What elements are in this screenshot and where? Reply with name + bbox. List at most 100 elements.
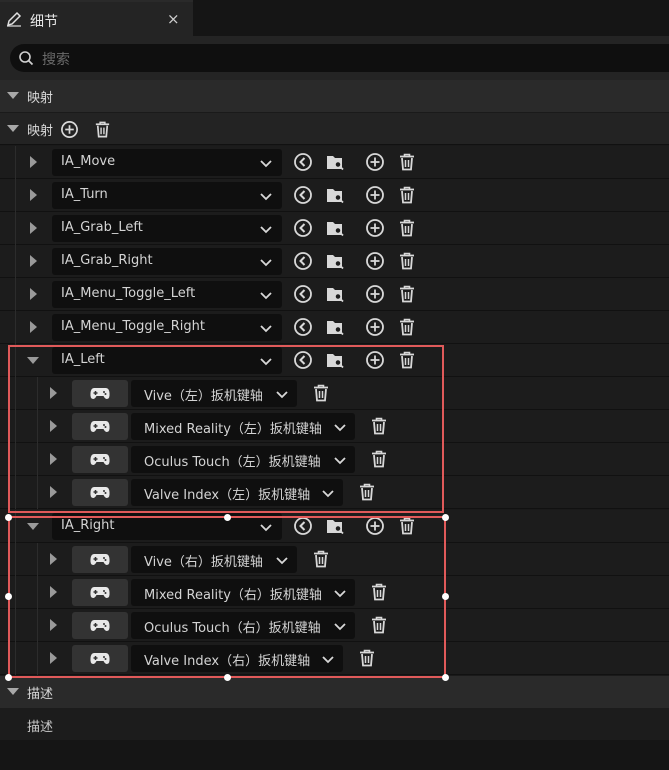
key-select[interactable]: Mixed Reality（右）扳机键轴 [131,579,355,606]
use-selected-icon[interactable] [293,350,313,370]
expand-arrow-icon[interactable] [50,420,57,432]
collapse-arrow-icon[interactable] [7,688,19,695]
trash-icon[interactable] [369,416,389,436]
trash-icon[interactable] [311,383,331,403]
expand-arrow-icon[interactable] [50,486,57,498]
resize-handle[interactable] [224,514,231,521]
resize-handle[interactable] [442,674,449,681]
browse-folder-icon[interactable] [325,317,345,337]
browse-folder-icon[interactable] [325,516,345,536]
key-selector-button[interactable] [72,380,128,407]
collapse-arrow-icon[interactable] [7,92,19,99]
key-select[interactable]: Vive（左）扳机键轴 [131,380,297,407]
expand-arrow-icon[interactable] [50,387,57,399]
expand-arrow-icon[interactable] [50,619,57,631]
trash-icon[interactable] [93,120,112,139]
expand-arrow-icon[interactable] [30,156,37,168]
trash-icon[interactable] [369,582,389,602]
key-selector-button[interactable] [72,579,128,606]
trash-icon[interactable] [397,317,417,337]
use-selected-icon[interactable] [293,185,313,205]
add-icon[interactable] [60,120,79,139]
trash-icon[interactable] [369,615,389,635]
resize-handle[interactable] [5,674,12,681]
add-mapping-icon[interactable] [365,284,385,304]
key-selector-button[interactable] [72,446,128,473]
expand-arrow-icon[interactable] [30,255,37,267]
use-selected-icon[interactable] [293,516,313,536]
trash-icon[interactable] [397,185,417,205]
add-mapping-icon[interactable] [365,152,385,172]
expand-arrow-icon[interactable] [27,523,39,530]
expand-arrow-icon[interactable] [30,189,37,201]
resize-handle[interactable] [442,514,449,521]
key-select[interactable]: Valve Index（右）扳机键轴 [131,645,343,672]
expand-arrow-icon[interactable] [50,586,57,598]
trash-icon[interactable] [397,516,417,536]
key-select[interactable]: Mixed Reality（左）扳机键轴 [131,413,355,440]
trash-icon[interactable] [397,218,417,238]
expand-arrow-icon[interactable] [50,453,57,465]
use-selected-icon[interactable] [293,317,313,337]
trash-icon[interactable] [357,482,377,502]
use-selected-icon[interactable] [293,284,313,304]
browse-folder-icon[interactable] [325,185,345,205]
input-action-select[interactable]: IA_Left [52,347,282,374]
add-mapping-icon[interactable] [365,317,385,337]
collapse-arrow-icon[interactable] [7,125,19,132]
input-action-select[interactable]: IA_Grab_Left [52,215,282,242]
resize-handle[interactable] [442,593,449,600]
add-mapping-icon[interactable] [365,185,385,205]
browse-folder-icon[interactable] [325,218,345,238]
expand-arrow-icon[interactable] [30,288,37,300]
add-mapping-icon[interactable] [365,218,385,238]
input-action-select[interactable]: IA_Menu_Toggle_Left [52,281,282,308]
trash-icon[interactable] [369,449,389,469]
browse-folder-icon[interactable] [325,284,345,304]
expand-arrow-icon[interactable] [27,357,39,364]
add-mapping-icon[interactable] [365,251,385,271]
add-mapping-icon[interactable] [365,350,385,370]
input-action-select[interactable]: IA_Right [52,513,282,540]
trash-icon[interactable] [397,284,417,304]
chevron-down-icon [276,557,288,565]
key-selector-button[interactable] [72,413,128,440]
use-selected-icon[interactable] [293,218,313,238]
category-mapping[interactable]: 映射 [0,80,669,112]
category-description[interactable]: 描述 [0,676,669,708]
resize-handle[interactable] [5,593,12,600]
trash-icon[interactable] [397,251,417,271]
use-selected-icon[interactable] [293,152,313,172]
expand-arrow-icon[interactable] [50,652,57,664]
browse-folder-icon[interactable] [325,152,345,172]
expand-arrow-icon[interactable] [30,222,37,234]
resize-handle[interactable] [5,514,12,521]
key-selector-button[interactable] [72,546,128,573]
key-selector-button[interactable] [72,612,128,639]
trash-icon[interactable] [397,350,417,370]
close-icon[interactable]: × [167,10,180,28]
browse-folder-icon[interactable] [325,350,345,370]
expand-arrow-icon[interactable] [30,321,37,333]
trash-icon[interactable] [357,648,377,668]
key-select[interactable]: Oculus Touch（右）扳机键轴 [131,612,355,639]
search-input[interactable]: 搜索 [10,44,669,72]
add-mapping-icon[interactable] [365,516,385,536]
input-action-select[interactable]: IA_Turn [52,182,282,209]
input-action-select[interactable]: IA_Grab_Right [52,248,282,275]
resize-handle[interactable] [224,674,231,681]
input-action-select[interactable]: IA_Move [52,149,282,176]
key-selector-button[interactable] [72,645,128,672]
trash-icon[interactable] [397,152,417,172]
key-selector-button[interactable] [72,479,128,506]
key-select[interactable]: Vive（右）扳机键轴 [131,546,297,573]
tab-details[interactable]: 细节 × [0,0,193,36]
key-select[interactable]: Oculus Touch（左）扳机键轴 [131,446,355,473]
trash-icon[interactable] [311,549,331,569]
key-name: Valve Index（左）扳机键轴 [144,488,311,503]
input-action-select[interactable]: IA_Menu_Toggle_Right [52,314,282,341]
key-select[interactable]: Valve Index（左）扳机键轴 [131,479,343,506]
use-selected-icon[interactable] [293,251,313,271]
browse-folder-icon[interactable] [325,251,345,271]
expand-arrow-icon[interactable] [50,553,57,565]
